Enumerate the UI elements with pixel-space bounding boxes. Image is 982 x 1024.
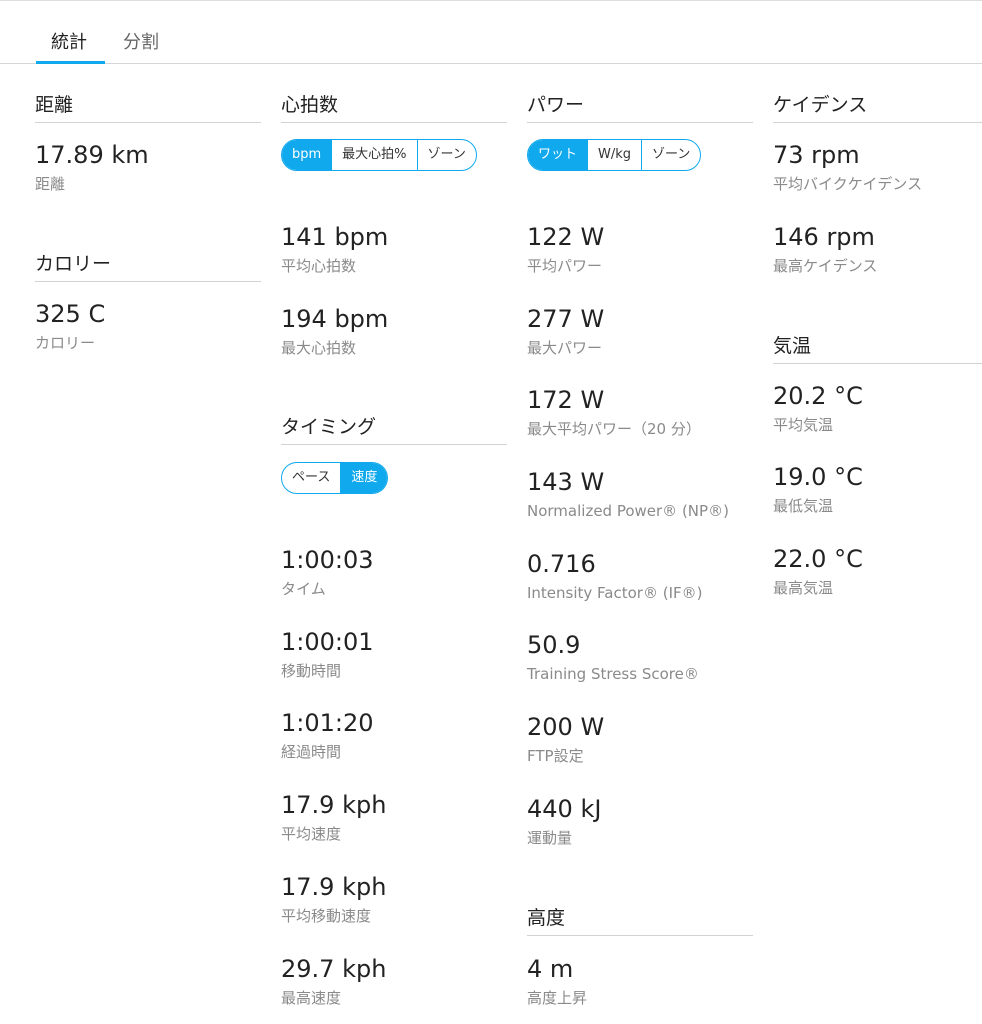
stat-value: 1:00:01 bbox=[281, 628, 374, 656]
section-title-cadence: ケイデンス bbox=[773, 94, 982, 123]
timing-mode-toggle: ペース 速度 bbox=[281, 462, 389, 494]
stat-label: 経過時間 bbox=[281, 743, 342, 761]
stat-label: 最大心拍数 bbox=[281, 339, 357, 357]
stat-max-cadence: 146 rpm 最高ケイデンス bbox=[773, 223, 982, 275]
stat-avg-power: 122 W 平均パワー bbox=[527, 223, 767, 275]
stat-value: 1:01:20 bbox=[281, 709, 374, 737]
stat-value: 440 kJ bbox=[527, 795, 602, 823]
stat-label: 最高速度 bbox=[281, 989, 342, 1007]
stat-value: 194 bpm bbox=[281, 305, 389, 333]
stat-label: カロリー bbox=[35, 334, 96, 352]
stat-label: 運動量 bbox=[527, 829, 573, 847]
stat-label: 平均バイクケイデンス bbox=[773, 175, 923, 193]
stat-max-heart-rate: 194 bpm 最大心拍数 bbox=[281, 305, 521, 357]
active-tab-indicator bbox=[36, 61, 105, 64]
stat-avg-moving-speed: 17.9 kph 平均移動速度 bbox=[281, 873, 521, 925]
stat-moving-time: 1:00:01 移動時間 bbox=[281, 628, 521, 680]
tab-stats[interactable]: 統計 bbox=[51, 28, 87, 54]
stat-avg-cadence: 73 rpm 平均バイクケイデンス bbox=[773, 141, 982, 193]
toggle-power-zones[interactable]: ゾーン bbox=[641, 140, 700, 170]
stat-label: 平均速度 bbox=[281, 825, 342, 843]
stat-value: 143 W bbox=[527, 468, 605, 496]
stat-label: 高度上昇 bbox=[527, 989, 588, 1007]
stat-label: Normalized Power® (NP®) bbox=[527, 502, 729, 520]
stat-value: 1:00:03 bbox=[281, 546, 374, 574]
power-unit-toggle: ワット W/kg ゾーン bbox=[527, 139, 702, 171]
stat-training-stress-score: 50.9 Training Stress Score® bbox=[527, 631, 767, 683]
section-title-heart-rate: 心拍数 bbox=[281, 94, 507, 123]
section-title-distance: 距離 bbox=[35, 94, 261, 123]
stat-label: 最大平均パワー（20 分） bbox=[527, 420, 701, 438]
section-title-temperature: 気温 bbox=[773, 335, 982, 364]
stat-label: 最大パワー bbox=[527, 339, 603, 357]
stat-value: 17.9 kph bbox=[281, 791, 387, 819]
stat-work: 440 kJ 運動量 bbox=[527, 795, 767, 847]
stat-label: 最高気温 bbox=[773, 579, 834, 597]
stat-value: 146 rpm bbox=[773, 223, 875, 251]
stat-value: 20.2 °C bbox=[773, 382, 863, 410]
stat-label: 平均移動速度 bbox=[281, 907, 372, 925]
stat-value: 19.0 °C bbox=[773, 463, 863, 491]
toggle-max-hr-percent[interactable]: 最大心拍% bbox=[331, 140, 416, 170]
stat-value: 141 bpm bbox=[281, 223, 389, 251]
stat-label: Training Stress Score® bbox=[527, 665, 699, 683]
toggle-speed[interactable]: 速度 bbox=[340, 463, 388, 493]
stat-value: 73 rpm bbox=[773, 141, 860, 169]
stat-label: 最高ケイデンス bbox=[773, 257, 878, 275]
toggle-pace[interactable]: ペース bbox=[282, 463, 340, 493]
stat-time: 1:00:03 タイム bbox=[281, 546, 521, 598]
stat-value: 277 W bbox=[527, 305, 605, 333]
section-title-calories: カロリー bbox=[35, 253, 261, 282]
stat-max-power: 277 W 最大パワー bbox=[527, 305, 767, 357]
stat-label: タイム bbox=[281, 580, 326, 598]
stat-ftp-setting: 200 W FTP設定 bbox=[527, 713, 767, 765]
stat-elevation-gain: 4 m 高度上昇 bbox=[527, 955, 767, 1007]
stat-value: 172 W bbox=[527, 386, 605, 414]
heart-rate-unit-toggle: bpm 最大心拍% ゾーン bbox=[281, 139, 477, 171]
stat-calories: 325 C カロリー bbox=[35, 300, 275, 352]
stat-value: 22.0 °C bbox=[773, 545, 863, 573]
stat-value: 17.9 kph bbox=[281, 873, 387, 901]
stat-value: 17.89 km bbox=[35, 141, 149, 169]
stat-label: 最低気温 bbox=[773, 497, 834, 515]
tab-bar: 統計 分割 bbox=[0, 0, 982, 64]
stat-distance: 17.89 km 距離 bbox=[35, 141, 275, 193]
stat-avg-heart-rate: 141 bpm 平均心拍数 bbox=[281, 223, 521, 275]
section-title-timing: タイミング bbox=[281, 416, 507, 445]
toggle-bpm[interactable]: bpm bbox=[282, 140, 332, 170]
stat-elapsed-time: 1:01:20 経過時間 bbox=[281, 709, 521, 761]
stat-value: 50.9 bbox=[527, 631, 581, 659]
stat-max-avg-power-20min: 172 W 最大平均パワー（20 分） bbox=[527, 386, 767, 438]
stat-avg-speed: 17.9 kph 平均速度 bbox=[281, 791, 521, 843]
stat-label: FTP設定 bbox=[527, 747, 584, 765]
tab-laps[interactable]: 分割 bbox=[123, 28, 159, 54]
stat-min-temperature: 19.0 °C 最低気温 bbox=[773, 463, 982, 515]
stat-label: 平均気温 bbox=[773, 416, 834, 434]
stat-avg-temperature: 20.2 °C 平均気温 bbox=[773, 382, 982, 434]
stat-label: Intensity Factor® (IF®) bbox=[527, 584, 703, 602]
stat-value: 200 W bbox=[527, 713, 605, 741]
stat-value: 29.7 kph bbox=[281, 955, 387, 983]
stat-value: 4 m bbox=[527, 955, 574, 983]
toggle-watts[interactable]: ワット bbox=[528, 140, 588, 170]
stat-intensity-factor: 0.716 Intensity Factor® (IF®) bbox=[527, 550, 767, 602]
toggle-hr-zones[interactable]: ゾーン bbox=[416, 140, 476, 170]
stat-value: 122 W bbox=[527, 223, 605, 251]
stat-value: 325 C bbox=[35, 300, 106, 328]
stat-value: 0.716 bbox=[527, 550, 596, 578]
stat-label: 距離 bbox=[35, 175, 66, 193]
stat-max-temperature: 22.0 °C 最高気温 bbox=[773, 545, 982, 597]
stat-label: 平均パワー bbox=[527, 257, 603, 275]
stat-normalized-power: 143 W Normalized Power® (NP®) bbox=[527, 468, 767, 520]
toggle-w-per-kg[interactable]: W/kg bbox=[587, 140, 641, 170]
stat-max-speed: 29.7 kph 最高速度 bbox=[281, 955, 521, 1007]
stat-label: 平均心拍数 bbox=[281, 257, 357, 275]
section-title-power: パワー bbox=[527, 94, 753, 123]
stat-label: 移動時間 bbox=[281, 662, 342, 680]
section-title-elevation: 高度 bbox=[527, 907, 753, 936]
